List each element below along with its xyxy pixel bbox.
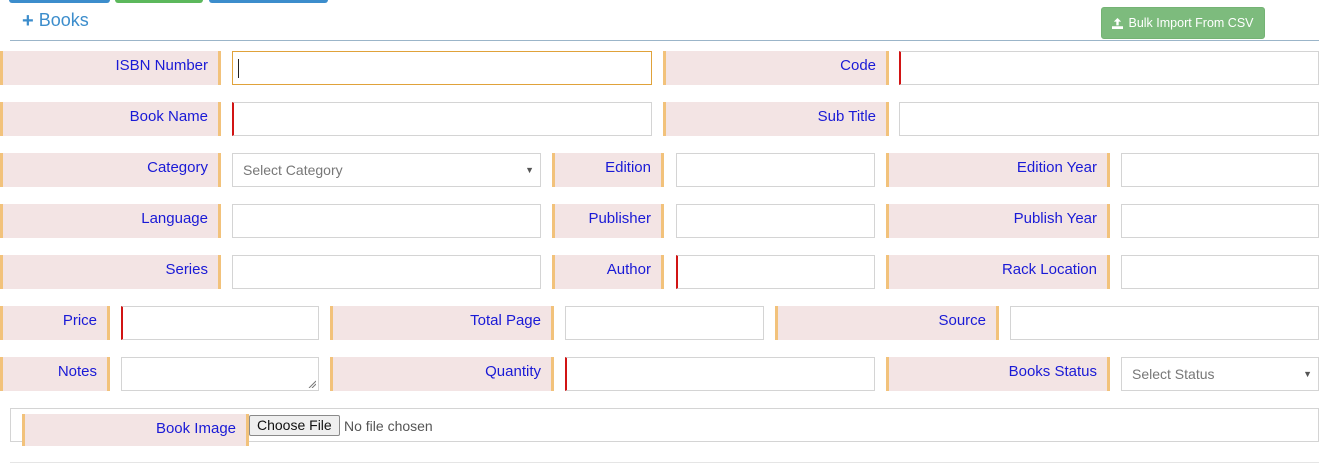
category-selected-value: Select Category xyxy=(243,162,343,178)
code-input[interactable] xyxy=(899,51,1319,85)
sub-title-input[interactable] xyxy=(899,102,1319,136)
publisher-label: Publisher xyxy=(552,204,664,238)
books-status-select[interactable]: Select Status ▼ xyxy=(1121,357,1319,391)
series-input[interactable] xyxy=(232,255,541,289)
language-input[interactable] xyxy=(232,204,541,238)
edition-label: Edition xyxy=(552,153,664,187)
text-cursor xyxy=(238,59,239,78)
upload-icon xyxy=(1112,17,1124,29)
total-page-input[interactable] xyxy=(565,306,764,340)
author-label: Author xyxy=(552,255,664,289)
publish-year-label: Publish Year xyxy=(886,204,1110,238)
page-title-text: Books xyxy=(38,10,89,30)
book-name-input[interactable] xyxy=(232,102,652,136)
source-label: Source xyxy=(775,306,999,340)
quantity-label: Quantity xyxy=(330,357,554,391)
page-header: + Books Bulk Import From CSV xyxy=(10,0,1319,41)
notes-label: Notes xyxy=(0,357,110,391)
edition-year-input[interactable] xyxy=(1121,153,1319,187)
author-input[interactable] xyxy=(676,255,875,289)
bulk-import-label: Bulk Import From CSV xyxy=(1128,16,1254,30)
page-title: + Books xyxy=(22,10,89,31)
notes-textarea[interactable] xyxy=(121,357,319,391)
book-image-label: Book Image xyxy=(22,414,249,446)
category-label: Category xyxy=(0,153,221,187)
series-label: Series xyxy=(0,255,221,289)
isbn-label: ISBN Number xyxy=(0,51,221,85)
resize-handle-icon[interactable] xyxy=(308,380,316,388)
rack-location-input[interactable] xyxy=(1121,255,1319,289)
code-label: Code xyxy=(663,51,889,85)
total-page-label: Total Page xyxy=(330,306,554,340)
source-input[interactable] xyxy=(1010,306,1319,340)
rack-location-label: Rack Location xyxy=(886,255,1110,289)
dropdown-arrow-icon: ▼ xyxy=(525,165,534,175)
choose-file-button[interactable]: Choose File xyxy=(249,415,340,436)
publisher-input[interactable] xyxy=(676,204,875,238)
category-select[interactable]: Select Category ▼ xyxy=(232,153,541,187)
no-file-text: No file chosen xyxy=(344,418,433,434)
book-name-label: Book Name xyxy=(0,102,221,136)
price-label: Price xyxy=(0,306,110,340)
isbn-input[interactable] xyxy=(232,51,652,85)
price-input[interactable] xyxy=(121,306,319,340)
plus-icon: + xyxy=(22,9,34,32)
dropdown-arrow-icon: ▼ xyxy=(1303,369,1312,379)
edition-year-label: Edition Year xyxy=(886,153,1110,187)
quantity-input[interactable] xyxy=(565,357,875,391)
books-status-selected-value: Select Status xyxy=(1132,366,1215,382)
publish-year-input[interactable] xyxy=(1121,204,1319,238)
sub-title-label: Sub Title xyxy=(663,102,889,136)
book-image-row: Book Image Choose File No file chosen xyxy=(10,408,1319,446)
edition-input[interactable] xyxy=(676,153,875,187)
divider xyxy=(10,462,1319,463)
books-status-label: Books Status xyxy=(886,357,1110,391)
language-label: Language xyxy=(0,204,221,238)
bulk-import-button[interactable]: Bulk Import From CSV xyxy=(1101,7,1265,39)
